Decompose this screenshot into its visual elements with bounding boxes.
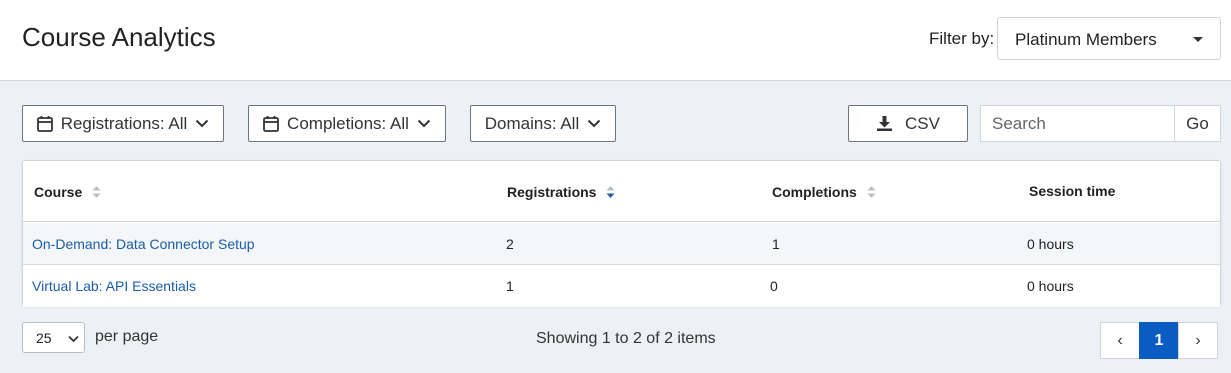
page-header: Course Analytics Filter by: Platinum Mem… bbox=[0, 0, 1231, 81]
domains-filter-label: Domains: All bbox=[484, 113, 580, 133]
table-header: Course Registrations Completions Session… bbox=[23, 161, 1220, 222]
course-link[interactable]: On-Demand: Data Connector Setup bbox=[32, 236, 255, 252]
column-header-session-time: Session time bbox=[1029, 183, 1115, 199]
sort-icon bbox=[867, 186, 876, 198]
per-page-select[interactable]: 25 bbox=[22, 322, 85, 353]
filter-label: Filter by: bbox=[929, 29, 995, 48]
caret-down-icon bbox=[1193, 37, 1203, 42]
member-filter-select[interactable]: Platinum Members bbox=[997, 17, 1221, 60]
column-header-label: Session time bbox=[1029, 183, 1116, 199]
chevron-down-icon bbox=[417, 119, 431, 128]
next-page-button[interactable]: › bbox=[1178, 322, 1218, 359]
sort-descending-icon bbox=[606, 186, 615, 198]
column-header-label: Completions bbox=[772, 184, 857, 200]
domains-filter-button[interactable]: Domains: All bbox=[470, 105, 616, 142]
session-time-cell: 0 hours bbox=[1027, 278, 1074, 294]
previous-page-button[interactable]: ‹ bbox=[1100, 322, 1140, 359]
search-input[interactable] bbox=[980, 105, 1175, 142]
completions-filter-button[interactable]: Completions: All bbox=[248, 105, 446, 142]
course-link[interactable]: Virtual Lab: API Essentials bbox=[32, 278, 196, 294]
registrations-cell: 1 bbox=[506, 278, 514, 294]
column-header-registrations[interactable]: Registrations bbox=[507, 184, 615, 200]
column-header-label: Registrations bbox=[507, 184, 597, 200]
page-title: Course Analytics bbox=[22, 22, 216, 52]
registrations-cell: 2 bbox=[506, 236, 514, 252]
per-page-value: 25 bbox=[36, 330, 52, 346]
completions-cell: 1 bbox=[772, 236, 780, 252]
table-row: Virtual Lab: API Essentials 1 0 0 hours bbox=[23, 265, 1220, 307]
calendar-icon bbox=[263, 116, 279, 132]
column-header-label: Course bbox=[34, 184, 83, 200]
csv-label: CSV bbox=[905, 113, 940, 133]
column-header-completions[interactable]: Completions bbox=[772, 184, 876, 200]
download-icon bbox=[877, 116, 893, 131]
per-page-label: per page bbox=[95, 328, 159, 345]
completions-filter-label: Completions: All bbox=[287, 113, 409, 133]
table-row: On-Demand: Data Connector Setup 2 1 0 ho… bbox=[23, 223, 1220, 265]
chevron-down-icon bbox=[68, 335, 79, 343]
search-go-button[interactable]: Go bbox=[1174, 105, 1221, 142]
registrations-filter-label: Registrations: All bbox=[60, 113, 188, 133]
completions-cell: 0 bbox=[770, 278, 778, 294]
csv-export-button[interactable]: CSV bbox=[848, 105, 968, 142]
chevron-down-icon bbox=[196, 119, 209, 128]
chevron-down-icon bbox=[588, 119, 601, 128]
member-filter-value: Platinum Members bbox=[1015, 30, 1157, 49]
showing-count: Showing 1 to 2 of 2 items bbox=[536, 330, 716, 347]
course-table: Course Registrations Completions Session… bbox=[22, 160, 1221, 307]
page-1-button[interactable]: 1 bbox=[1139, 322, 1179, 359]
sort-icon bbox=[92, 186, 101, 198]
pagination: ‹ 1 › bbox=[1100, 322, 1218, 359]
column-header-course[interactable]: Course bbox=[34, 184, 101, 200]
registrations-filter-button[interactable]: Registrations: All bbox=[22, 105, 224, 142]
calendar-icon bbox=[36, 116, 53, 132]
session-time-cell: 0 hours bbox=[1027, 236, 1074, 252]
